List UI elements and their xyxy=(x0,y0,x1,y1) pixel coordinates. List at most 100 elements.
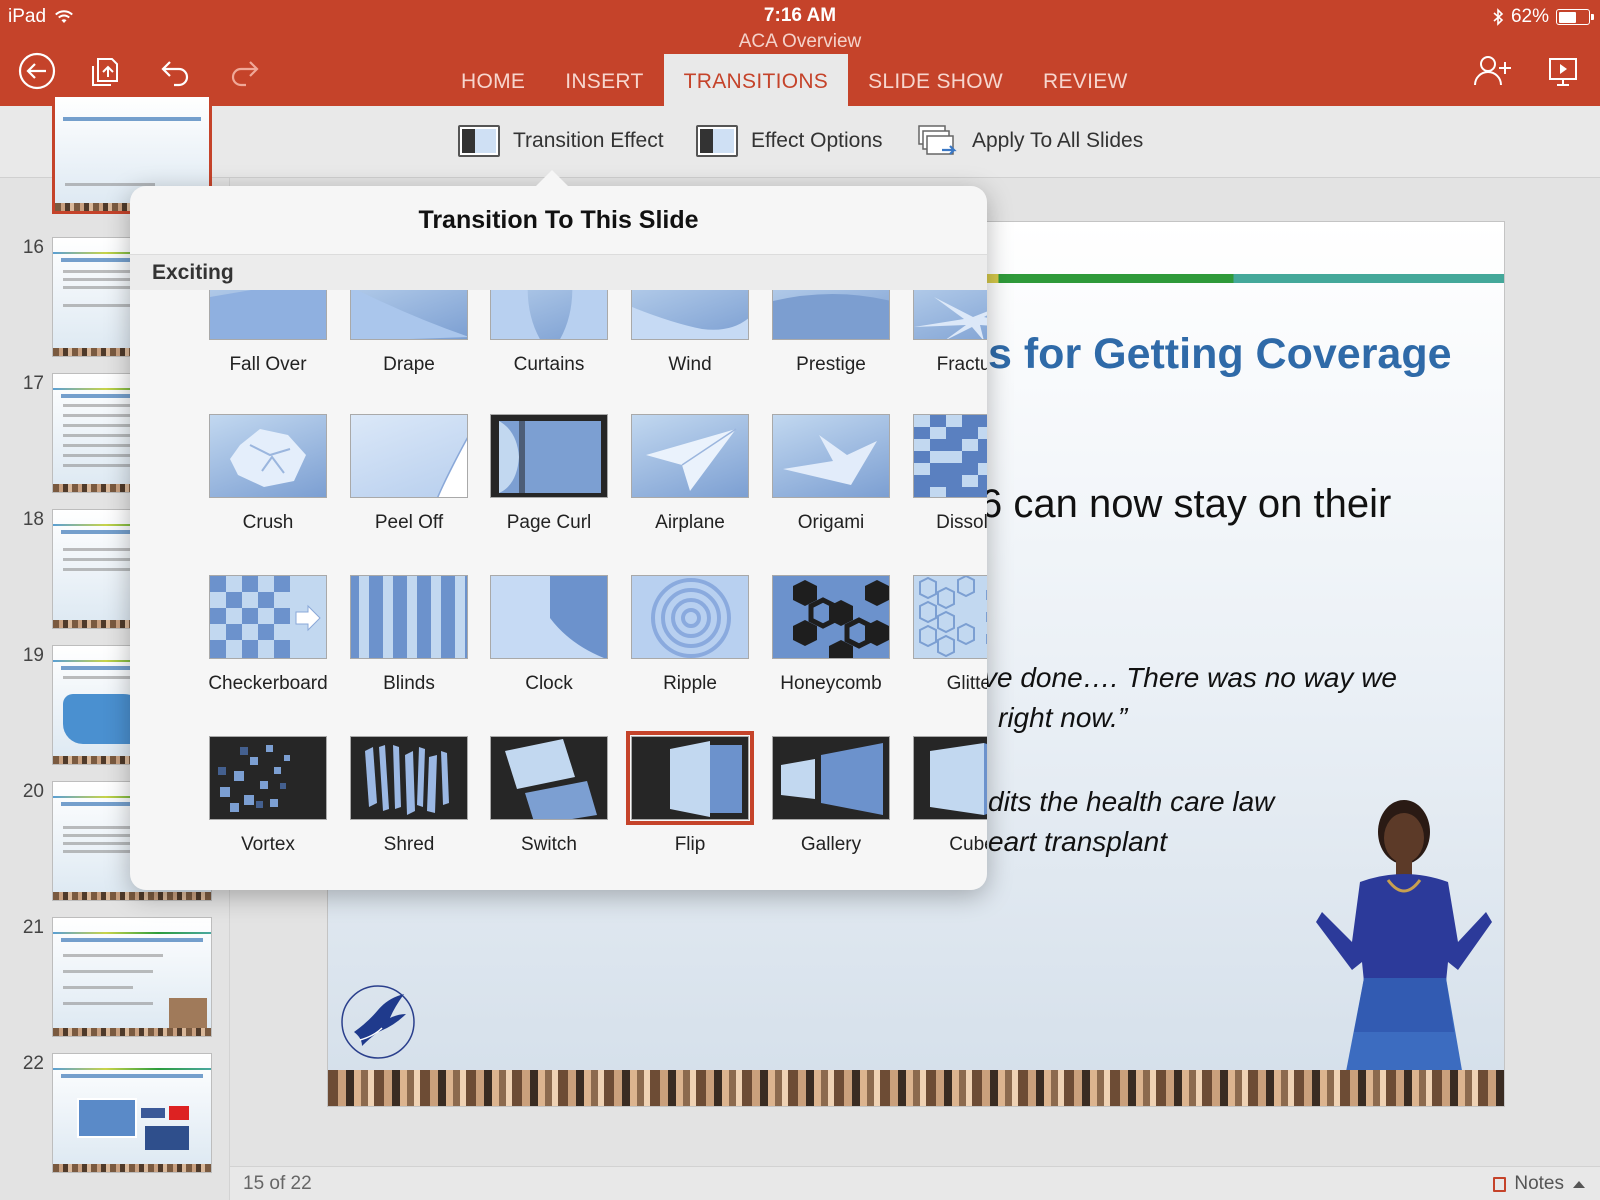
transition-switch[interactable]: Switch xyxy=(479,736,619,866)
transition-label: Flip xyxy=(674,834,706,855)
transition-ripple[interactable]: Ripple xyxy=(620,575,760,705)
undo-icon[interactable] xyxy=(152,48,198,94)
flip-icon xyxy=(626,731,754,825)
transition-vortex[interactable]: Vortex xyxy=(198,736,338,866)
slide-quote-line: dits the health care law xyxy=(988,786,1275,817)
transition-dissolve[interactable]: Dissolve xyxy=(902,414,987,544)
slide-thumbnail[interactable] xyxy=(52,1053,212,1173)
redo-icon[interactable] xyxy=(222,48,268,94)
transition-fracture[interactable]: Fracture xyxy=(902,290,987,386)
transition-prestige[interactable]: Prestige xyxy=(761,290,901,386)
apply-all-icon xyxy=(918,125,957,155)
curtains-icon xyxy=(490,290,608,340)
tab-insert[interactable]: INSERT xyxy=(545,54,663,106)
drape-icon xyxy=(350,290,468,340)
slide-number: 17 xyxy=(22,373,44,394)
notes-label: Notes xyxy=(1514,1173,1564,1194)
transition-label: Shred xyxy=(383,834,435,855)
switch-icon xyxy=(490,736,608,820)
tab-transitions[interactable]: TRANSITIONS xyxy=(663,54,849,106)
notes-button[interactable]: Notes xyxy=(1493,1173,1586,1195)
shred-icon xyxy=(350,736,468,820)
popover-title: Transition To This Slide xyxy=(418,206,699,234)
blinds-icon xyxy=(350,575,468,659)
status-time: 7:16 AM xyxy=(763,5,837,26)
transition-label: Clock xyxy=(525,673,573,694)
slide-quote-line: ve done…. There was no way we xyxy=(983,662,1397,693)
slide-bullet-text: 6 can now stay on their xyxy=(980,482,1392,526)
notes-icon xyxy=(1493,1176,1507,1192)
section-header-label: Exciting xyxy=(152,261,234,284)
transition-blinds[interactable]: Blinds xyxy=(339,575,479,705)
transition-flip[interactable]: Flip xyxy=(620,731,760,866)
transition-label: Dissolve xyxy=(936,512,987,533)
app-header: iPad 7:16 AM 62% ACA Overview HOME INSER… xyxy=(0,0,1600,106)
transition-peel-off[interactable]: Peel Off xyxy=(339,414,479,544)
section-header: Exciting xyxy=(130,254,987,290)
effect-options-button[interactable]: Effect Options xyxy=(696,123,883,159)
page-curl-icon xyxy=(490,414,608,498)
transition-grid: Fall Over Drape Curtains Wind Prestige F… xyxy=(130,290,987,882)
vortex-icon xyxy=(209,736,327,820)
transition-label: Curtains xyxy=(513,354,585,375)
clock-icon xyxy=(490,575,608,659)
transition-label: Page Curl xyxy=(506,512,592,533)
transition-drape[interactable]: Drape xyxy=(339,290,479,386)
transition-effect-icon xyxy=(458,125,500,157)
photo-strip-banner xyxy=(328,1070,1504,1106)
peel-off-icon xyxy=(350,414,468,498)
glitter-icon xyxy=(913,575,987,659)
transition-label: Wind xyxy=(668,354,712,375)
slide-thumbnail[interactable] xyxy=(52,917,212,1037)
person-photo xyxy=(1316,800,1492,1082)
transition-label: Glitter xyxy=(946,673,987,694)
transition-shred[interactable]: Shred xyxy=(339,736,479,866)
file-icon[interactable] xyxy=(82,48,128,94)
transition-crush[interactable]: Crush xyxy=(198,414,338,544)
transition-effect-label: Transition Effect xyxy=(513,129,664,152)
transition-origami[interactable]: Origami xyxy=(761,414,901,544)
transition-page-curl[interactable]: Page Curl xyxy=(479,414,619,544)
gallery-icon xyxy=(772,736,890,820)
back-icon[interactable] xyxy=(14,48,60,94)
slide-title: s for Getting Coverage xyxy=(988,330,1452,378)
cube-icon xyxy=(913,736,987,820)
transition-label: Crush xyxy=(242,512,294,533)
battery-icon xyxy=(1556,9,1594,25)
tab-slide-show[interactable]: SLIDE SHOW xyxy=(848,54,1023,106)
transition-checkerboard[interactable]: Checkerboard xyxy=(198,575,338,705)
transition-curtains[interactable]: Curtains xyxy=(479,290,619,386)
dissolve-icon xyxy=(913,414,987,498)
transition-clock[interactable]: Clock xyxy=(479,575,619,705)
transition-wind[interactable]: Wind xyxy=(620,290,760,386)
transition-label: Switch xyxy=(521,834,577,855)
battery-percent: 62% xyxy=(1510,6,1549,27)
share-user-icon[interactable] xyxy=(1469,48,1515,94)
transition-honeycomb[interactable]: Honeycomb xyxy=(761,575,901,705)
present-icon[interactable] xyxy=(1540,48,1586,94)
prestige-icon xyxy=(772,290,890,340)
airplane-icon xyxy=(631,414,749,498)
tab-home[interactable]: HOME xyxy=(441,54,545,106)
slide-count: 15 of 22 xyxy=(243,1173,312,1194)
effect-options-label: Effect Options xyxy=(751,129,883,152)
origami-icon xyxy=(772,414,890,498)
transition-label: Vortex xyxy=(241,834,295,855)
transition-gallery[interactable]: Gallery xyxy=(761,736,901,866)
slide-quote-line: eart transplant xyxy=(988,826,1167,857)
transition-airplane[interactable]: Airplane xyxy=(620,414,760,544)
status-footer: 15 of 22 Notes xyxy=(230,1166,1600,1200)
transition-fall-over[interactable]: Fall Over xyxy=(198,290,338,386)
battery-fill xyxy=(1558,11,1577,23)
transition-glitter[interactable]: Glitter xyxy=(902,575,987,705)
transition-label: Cube xyxy=(949,834,987,855)
slide-number: 21 xyxy=(22,917,44,938)
transition-cube[interactable]: Cube xyxy=(902,736,987,866)
hhs-seal-logo xyxy=(341,985,415,1059)
slide-quote-line: right now.” xyxy=(998,702,1128,733)
popover-arrow xyxy=(535,170,569,187)
apply-all-button[interactable]: Apply To All Slides xyxy=(917,123,1143,159)
transition-effect-button[interactable]: Transition Effect xyxy=(458,123,664,159)
transition-label: Drape xyxy=(383,354,435,375)
tab-review[interactable]: REVIEW xyxy=(1023,54,1148,106)
